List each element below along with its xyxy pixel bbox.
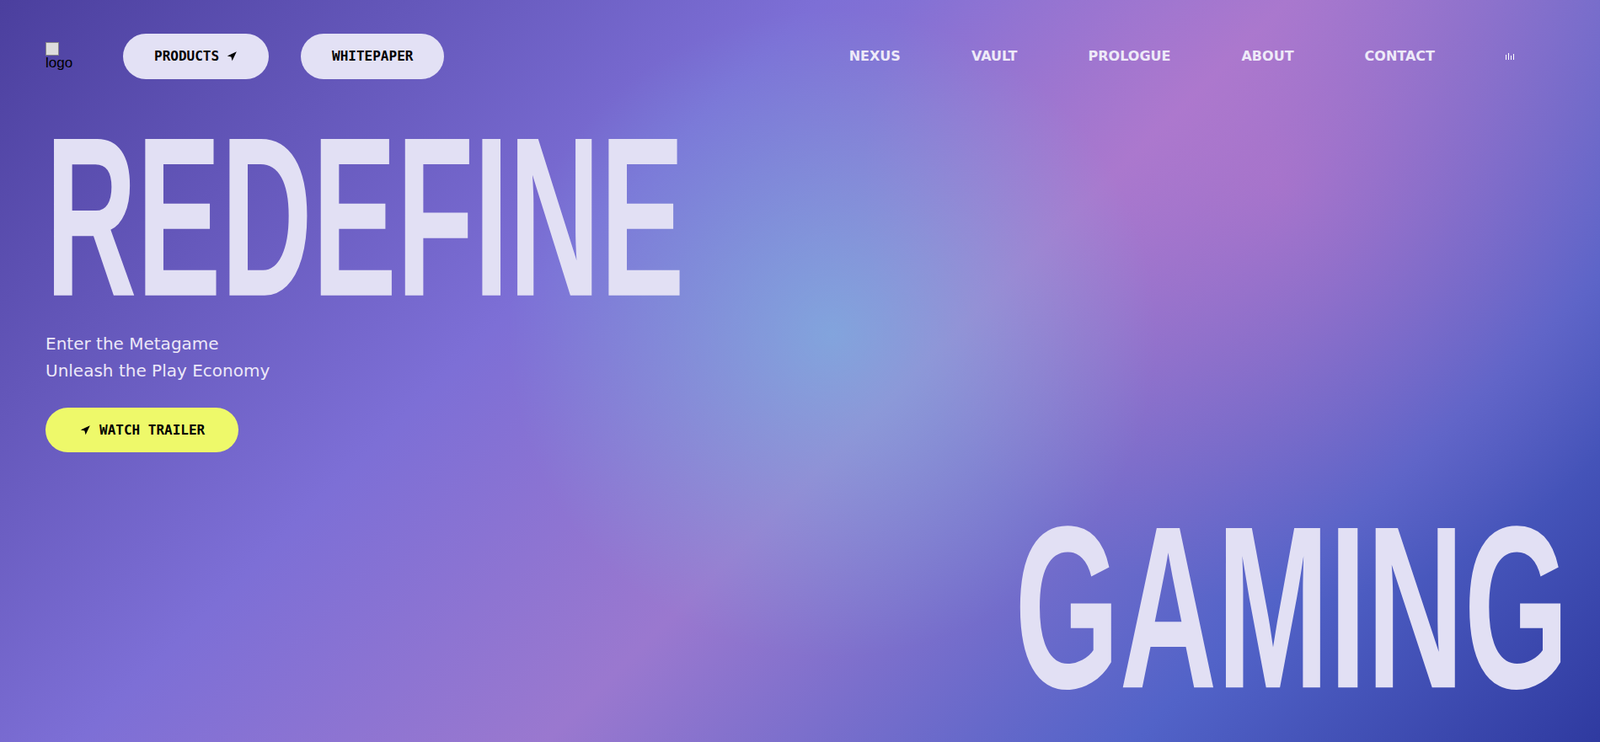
button-label: PRODUCTS <box>154 46 220 67</box>
button-label: WATCH TRAILER <box>99 420 205 441</box>
nav-link[interactable]: CONTACT <box>1364 46 1435 67</box>
broken-image-icon <box>45 42 59 56</box>
bar <box>1510 55 1512 60</box>
logo-alt-text: logo <box>45 55 73 71</box>
header-button[interactable]: PRODUCTS <box>123 33 269 80</box>
hero-section: logo PRODUCTS WHITEPAPER NEXUS VAULT PROLOGUE… <box>0 0 1600 742</box>
arrow-icon <box>225 50 238 63</box>
hero-title: REDEFINE <box>45 134 685 301</box>
subtitle-line: Enter the Metagame <box>45 330 270 358</box>
subtitle-line: Unleash the Play Economy <box>45 357 270 385</box>
logo[interactable]: logo <box>45 42 88 71</box>
button-label: WHITEPAPER <box>331 46 413 67</box>
nav-link[interactable]: VAULT <box>971 46 1018 67</box>
header-button[interactable]: WHITEPAPER <box>300 33 445 80</box>
arrow-icon <box>79 424 91 437</box>
nav: NEXUS VAULT PROLOGUE ABOUT CONTACT <box>849 46 1555 67</box>
nav-link[interactable]: PROLOGUE <box>1088 46 1172 67</box>
bottom-title-row: GAMING <box>0 524 1600 742</box>
bar <box>1505 54 1507 60</box>
nav-link[interactable]: ABOUT <box>1241 46 1294 67</box>
audio-bars-icon[interactable] <box>1505 53 1515 60</box>
header-buttons: PRODUCTS WHITEPAPER <box>123 33 445 80</box>
nav-link[interactable]: NEXUS <box>849 46 901 67</box>
watch-trailer-button[interactable]: WATCH TRAILER <box>45 407 239 453</box>
title-wrapper: REDEFINE <box>45 134 685 304</box>
title-wrapper: GAMING <box>1014 524 1569 693</box>
hero-content: REDEFINE Enter the MetagameUnleash the Pl… <box>0 79 1600 453</box>
bar <box>1513 53 1515 60</box>
header: logo PRODUCTS WHITEPAPER NEXUS VAULT PROLOGUE… <box>0 0 1600 80</box>
hero-title-bottom: GAMING <box>1014 524 1569 694</box>
subtitle: Enter the MetagameUnleash the Play Econo… <box>45 330 270 385</box>
bar <box>1508 53 1510 60</box>
